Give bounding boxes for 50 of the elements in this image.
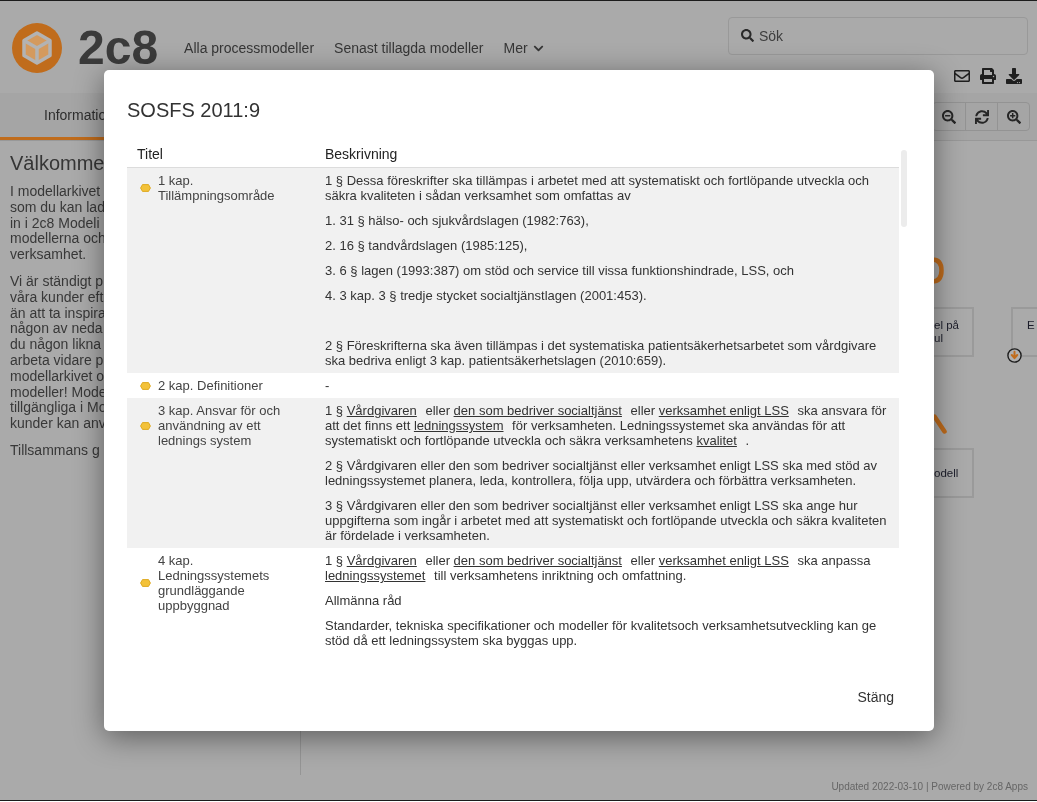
paragraph: 2 § Vårdgivaren eller den som bedriver socialtjänst eller verksamhet enligt LSS ska med stöd av ledningssystemet planera, leda, kontrollera, följa upp, utvärdera och förbättra verksamheten. (325, 458, 879, 488)
logo-text[interactable]: 2c8 (78, 22, 159, 74)
nav-link[interactable]: Alla processmodeller (184, 40, 315, 56)
paragraph: 3. 6 § lagen (1993:387) om stöd och service till vissa funktionshindrade, LSS, och (325, 263, 795, 278)
link[interactable]: Vårdgivaren (346, 403, 417, 418)
nav-link[interactable]: Senast tillagda modeller (334, 40, 484, 56)
zoom-out-icon (942, 109, 956, 124)
print-icon[interactable] (980, 68, 996, 84)
node-label: el på ul (934, 319, 959, 345)
column-header: Titel (136, 145, 163, 162)
link[interactable]: ledningssystem (413, 418, 504, 433)
mail-icon[interactable] (954, 68, 970, 84)
paragraph: 2. 16 § tandvårdslagen (1985:125), (325, 238, 529, 253)
paragraph: Allmänna råd (325, 593, 403, 608)
welcome-heading: Välkomme (10, 152, 105, 175)
paragraph: Standarder, tekniska specifikationer och modeller för kvalitetsoch verksamhetsutveckling kan ge stöd då ett ledningssystem ska byggas upp. (325, 618, 878, 648)
link[interactable]: verksamhet enligt LSS (658, 403, 789, 418)
paragraph: 3 § Vårdgivaren eller den som bedriver socialtjänst eller verksamhet enligt LSS ska ange hur uppgifterna som ingår i arbetet med att systematiskt och fortlöpande utveckla och säkra kvaliteten är fördelade i verksamheten. (325, 498, 888, 543)
link[interactable]: kvalitet (696, 433, 737, 448)
row-title: 3 kap. Ansvar för och användning av ett lednings system (158, 403, 282, 448)
menu-button[interactable]: Mer (503, 40, 544, 56)
zoom-in-icon (1006, 109, 1021, 124)
diagonal-bar-icon (932, 414, 947, 434)
column-header: Beskrivning (325, 145, 398, 162)
link[interactable]: den som bedriver socialtjänst (453, 403, 622, 418)
row-title: 2 kap. Definitioner (158, 378, 264, 393)
footer-text: Updated 2022-03-10 | Powered by 2c8 Apps (831, 781, 1028, 792)
link[interactable]: ledningssystemet (325, 568, 426, 583)
row-title: 1 kap. Tillämpningsområde (158, 173, 276, 203)
link[interactable]: den som bedriver socialtjänst (453, 553, 622, 568)
link[interactable]: Vårdgivaren (346, 553, 417, 568)
arc-icon (932, 257, 944, 284)
paragraph: - (325, 378, 331, 393)
node-label: E (1027, 319, 1035, 332)
refresh-icon (974, 109, 989, 124)
node-label: odell (934, 466, 959, 480)
paragraph: 1 § Vårdgivaren eller den som bedriver socialtjänst eller verksamhet enligt LSS ska anpassa ledningssystemet till verksamhetens inriktning och omfattning. (325, 553, 872, 583)
search-icon (741, 29, 754, 42)
paragraph: 2 § Föreskrifterna ska även tillämpas i det systematiska patientsäkerhetsarbetet som vårdgivare ska bedriva enligt 3 kap. patientsäkerhetslagen (2010:659). (325, 337, 878, 368)
link[interactable]: verksamhet enligt LSS (658, 553, 789, 568)
paragraph: Tillsammans g (10, 442, 100, 459)
paragraph: 1 § Vårdgivaren eller den som bedriver socialtjänst eller verksamhet enligt LSS ska ansvara för att det finns ett ledningssystem för verksamheten. Ledningssystemet ska användas för att systematiskt och fortlöpande utveckla och säkra verksamhetens kvalitet . (325, 403, 888, 448)
row-title: 4 kap. Ledningssystemets grundläggande uppbyggnad (158, 553, 271, 613)
search-field[interactable]: Sök (728, 17, 1028, 55)
paragraph: 4. 3 kap. 3 § tredje stycket socialtjänstlagen (2001:453). (325, 288, 648, 303)
paragraph: 1. 31 § hälso- och sjukvårdslagen (1982:763), (325, 213, 590, 228)
arrow-down-circle-icon[interactable] (1007, 348, 1022, 363)
paragraph: 1 § Dessa föreskrifter ska tillämpas i arbetet med att systematiskt och fortlöpande utveckla och säkra kvaliteten i sådan verksamhet som omfattas av (325, 173, 871, 203)
download-icon[interactable] (1006, 68, 1022, 84)
close-button[interactable]: Stäng (857, 689, 894, 705)
